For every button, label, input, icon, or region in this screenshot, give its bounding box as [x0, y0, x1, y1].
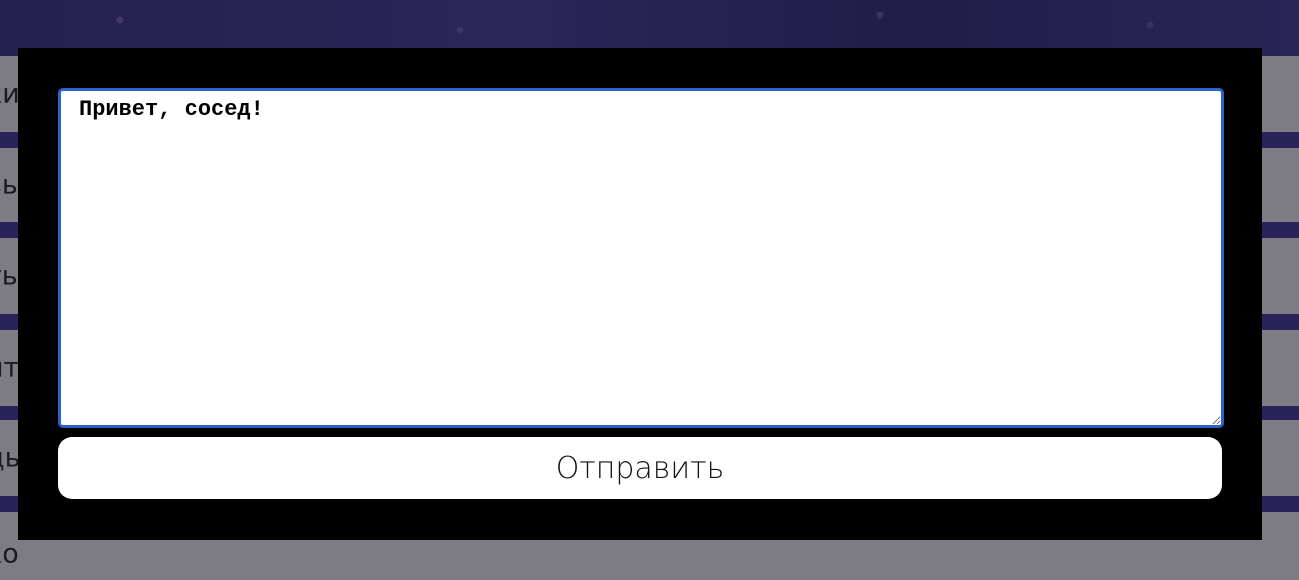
list-item-label: ть	[0, 260, 18, 292]
message-modal: Привет, сосед! Отправить	[18, 48, 1262, 540]
list-item-label: ки	[0, 78, 20, 110]
message-textarea[interactable]: Привет, сосед!	[58, 88, 1224, 428]
list-item-label: ко	[0, 538, 19, 570]
list-item-label: ит	[0, 352, 20, 384]
send-button[interactable]: Отправить	[58, 437, 1222, 499]
